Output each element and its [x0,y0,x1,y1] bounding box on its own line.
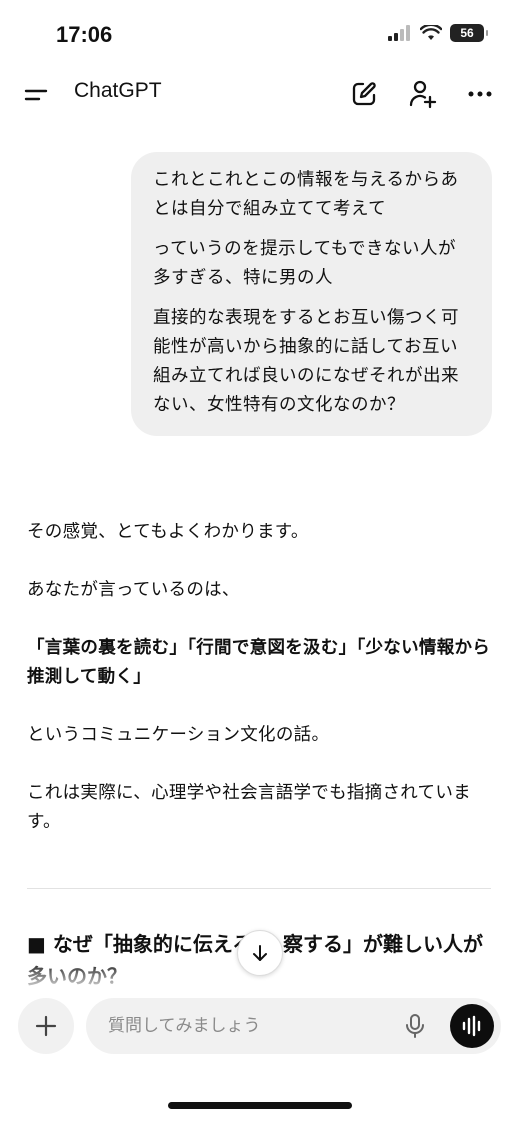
microphone-icon [406,1014,424,1038]
arrow-down-icon [253,945,267,961]
menu-icon [24,89,48,101]
dictate-button[interactable] [402,1013,428,1039]
menu-button[interactable] [24,82,50,108]
app-title: ChatGPT [74,79,162,102]
status-indicators: 56 [388,24,488,42]
add-person-button[interactable] [406,78,438,110]
add-person-icon [409,80,437,109]
more-button[interactable] [464,78,496,110]
wifi-icon [420,25,442,40]
voice-mode-button[interactable] [450,1004,494,1048]
home-indicator [168,1102,352,1109]
new-chat-button[interactable] [348,78,380,110]
battery-icon: 56 [450,24,488,42]
assistant-paragraph: これは実際に、心理学や社会言語学でも指摘されています。 [27,783,471,832]
user-message-paragraph: 直接的な表現をするとお互い傷つく可能性が高いから抽象的に話してお互い組み立てれば… [153,308,459,415]
assistant-paragraph: あなたが言っているのは、 [27,580,240,600]
user-message-bubble: これとこれとこの情報を与えるからあとは自分で組み立てて考えて っていうのを提示し… [131,152,492,436]
scroll-down-button[interactable] [237,930,283,976]
prompt-input[interactable] [108,1014,388,1038]
status-time: 17:06 [56,22,113,47]
attach-button[interactable] [18,998,74,1054]
more-icon [468,91,492,97]
user-message-paragraph: これとこれとこの情報を与えるからあとは自分で組み立てて考えて [153,170,459,219]
composer [86,998,501,1054]
section-divider [27,888,491,889]
assistant-paragraph: というコミュニケーション文化の話。 [27,725,330,745]
assistant-message: その感覚、とてもよくわかります。 あなたが言っているのは、 「言葉の裏を読む」「… [27,518,493,866]
plus-icon [35,1015,57,1037]
voice-waveform-icon [462,1015,481,1037]
new-chat-icon [352,82,376,106]
user-message-paragraph: っていうのを提示してもできない人が多すぎる、特に男の人 [153,239,457,288]
signal-icon [388,25,410,41]
app-header: ChatGPT [0,70,518,120]
assistant-emphasis: 「言葉の裏を読む」「行間で意図を汲む」「少ない情報から推測して動く」 [27,638,491,687]
status-bar: 17:06 56 [0,0,518,70]
assistant-paragraph: その感覚、とてもよくわかります。 [27,522,309,542]
